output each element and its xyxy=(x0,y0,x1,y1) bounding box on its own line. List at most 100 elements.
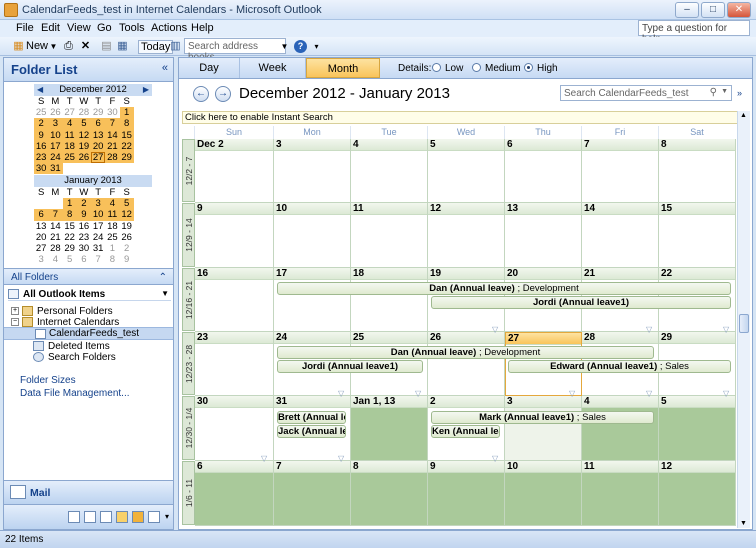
day-cell[interactable]: 5 xyxy=(659,396,736,461)
details-high-radio[interactable]: High xyxy=(524,63,558,74)
move-icon[interactable]: ▤ xyxy=(100,40,113,53)
week-label[interactable]: 12/9 - 14 xyxy=(182,203,195,267)
week-label[interactable]: 12/2 - 7 xyxy=(182,139,195,202)
day-cell[interactable]: 4 xyxy=(582,396,659,461)
mini-cal-day[interactable]: 27 xyxy=(63,107,77,118)
calendar-event[interactable]: Jordi (Annual leave1) xyxy=(277,360,423,373)
calendar-event[interactable]: Edward (Annual leave1) ; Sales xyxy=(508,360,731,373)
day-cell[interactable]: 16 xyxy=(195,268,274,332)
mini-cal-day[interactable]: 13 xyxy=(91,129,106,141)
mini-cal-day[interactable]: 27 xyxy=(91,151,106,164)
mini-cal-day[interactable]: 24 xyxy=(48,151,63,164)
day-cell[interactable]: 26 xyxy=(428,332,505,396)
help-search-input[interactable]: Type a question for help xyxy=(638,20,750,45)
close-window-button[interactable]: ✕ xyxy=(727,2,751,18)
mini-cal-day[interactable]: 12 xyxy=(76,129,91,141)
calendar-event[interactable]: Jordi (Annual leave1) xyxy=(431,296,731,309)
more-items-icon[interactable]: ▽ xyxy=(569,389,575,398)
day-number[interactable]: 23 xyxy=(195,332,273,344)
mini-cal-day[interactable]: 9 xyxy=(120,254,134,265)
tree-calendarfeeds-test[interactable]: CalendarFeeds_test xyxy=(4,327,173,340)
mini-cal-day[interactable]: 7 xyxy=(48,209,63,221)
mini-cal-day[interactable]: 29 xyxy=(63,243,77,254)
day-cell[interactable]: 30 xyxy=(195,396,274,461)
day-cell[interactable]: 5 xyxy=(428,139,505,203)
day-cell[interactable]: 17 xyxy=(274,268,351,332)
day-number[interactable]: 16 xyxy=(195,268,273,280)
day-cell[interactable]: 7 xyxy=(582,139,659,203)
mini-cal-day[interactable]: 20 xyxy=(34,232,48,243)
mini-cal-next-icon[interactable]: ▶ xyxy=(143,84,149,96)
mini-cal-day[interactable]: 30 xyxy=(105,107,119,118)
mini-cal-day[interactable]: 22 xyxy=(63,232,77,243)
calendar-event[interactable]: Dan (Annual leave) ; Development xyxy=(277,282,731,295)
menu-tools[interactable]: Tools xyxy=(119,22,145,34)
more-items-icon[interactable]: ▽ xyxy=(723,389,729,398)
more-items-icon[interactable]: ▽ xyxy=(492,325,498,334)
day-number[interactable]: 9 xyxy=(195,203,273,215)
more-items-icon[interactable]: ▽ xyxy=(723,325,729,334)
day-cell[interactable]: 6 xyxy=(505,139,582,203)
more-items-icon[interactable]: ▽ xyxy=(646,389,652,398)
mini-cal-day[interactable]: 8 xyxy=(105,254,119,265)
mini-cal-day[interactable]: 7 xyxy=(91,254,105,265)
week-label[interactable]: 12/23 - 28 xyxy=(182,332,195,395)
scroll-thumb[interactable] xyxy=(739,314,749,333)
mini-cal-day[interactable]: 18 xyxy=(62,140,77,152)
day-number[interactable]: 14 xyxy=(582,203,658,215)
data-file-management-link[interactable]: Data File Management... xyxy=(20,388,130,399)
mini-cal-day[interactable]: 26 xyxy=(76,151,91,164)
day-number[interactable]: 27 xyxy=(506,333,581,345)
week-label[interactable]: 12/16 - 21 xyxy=(182,268,195,331)
mini-cal-prev-icon[interactable]: ◀ xyxy=(37,84,43,96)
day-number[interactable]: 19 xyxy=(428,268,504,280)
day-number[interactable]: 22 xyxy=(659,268,735,280)
new-dropdown-icon[interactable]: ▼ xyxy=(47,40,60,53)
scroll-down-icon[interactable]: ▼ xyxy=(740,520,747,527)
day-number[interactable]: 4 xyxy=(351,139,427,151)
new-item-icon[interactable]: ▦ xyxy=(12,40,25,53)
address-dropdown-icon[interactable]: ▼ xyxy=(278,40,291,53)
mini-cal-day[interactable]: 15 xyxy=(63,221,77,232)
mini-cal-day[interactable]: 28 xyxy=(105,151,120,164)
mini-cal-day[interactable]: 8 xyxy=(119,118,134,130)
mini-cal-day[interactable]: 16 xyxy=(77,221,91,232)
more-items-icon[interactable]: ▽ xyxy=(261,454,267,463)
mini-cal-day[interactable]: 8 xyxy=(62,209,77,221)
mini-cal-day[interactable]: 5 xyxy=(63,254,77,265)
search-icon[interactable]: ⚲ xyxy=(710,87,717,98)
day-number[interactable]: 8 xyxy=(351,461,427,473)
mini-cal-day[interactable]: 2 xyxy=(76,198,91,210)
day-cell[interactable]: 6 xyxy=(195,461,274,526)
day-number[interactable]: 10 xyxy=(505,461,581,473)
search-dropdown-icon[interactable]: ▼ xyxy=(721,88,728,95)
mini-cal-day[interactable]: 31 xyxy=(91,243,105,254)
day-number[interactable]: 25 xyxy=(351,332,427,344)
address-book-icon[interactable]: ▥ xyxy=(169,40,182,53)
expand-icon[interactable]: + xyxy=(11,307,19,315)
day-number[interactable]: 5 xyxy=(428,139,504,151)
menu-file[interactable]: File xyxy=(16,22,34,34)
day-cell[interactable]: 3 xyxy=(505,396,582,461)
day-cell[interactable]: 12 xyxy=(428,203,505,268)
mini-cal-day[interactable]: 17 xyxy=(48,140,63,152)
day-cell[interactable]: 10 xyxy=(274,203,351,268)
tab-week[interactable]: Week xyxy=(240,58,306,78)
tasks-nav-icon[interactable] xyxy=(100,511,112,523)
day-cell[interactable]: 11 xyxy=(351,203,428,268)
collapse-pane-button[interactable]: « xyxy=(162,62,168,74)
mini-cal-day[interactable]: 1 xyxy=(119,107,134,119)
day-cell[interactable]: 11 xyxy=(582,461,659,526)
more-items-icon[interactable]: ▽ xyxy=(415,389,421,398)
details-medium-radio[interactable]: Medium xyxy=(472,63,521,74)
mini-cal-day[interactable]: 30 xyxy=(34,163,49,175)
help-icon[interactable]: ? xyxy=(294,40,307,53)
mini-cal-day[interactable]: 26 xyxy=(120,232,134,243)
day-cell[interactable]: 9 xyxy=(195,203,274,268)
day-number[interactable]: 13 xyxy=(505,203,581,215)
all-folders-header[interactable]: All Folders ⌃ xyxy=(4,268,173,285)
calendar-event[interactable]: Brett (Annual le xyxy=(277,411,346,424)
instant-search-bar[interactable]: Click here to enable Instant Search xyxy=(182,111,747,124)
day-cell[interactable]: 12 xyxy=(659,461,736,526)
menu-help[interactable]: Help xyxy=(191,22,214,34)
